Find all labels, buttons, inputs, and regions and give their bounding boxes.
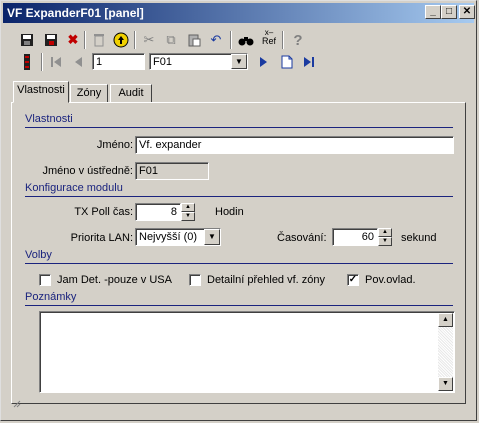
toolbar-separator (134, 31, 136, 49)
section-divider (25, 263, 453, 264)
pov-ovlad-label: Pov.ovlad. (365, 274, 416, 286)
casovani-input[interactable]: 60 (332, 228, 378, 246)
tx-poll-input[interactable]: 8 (135, 203, 181, 221)
minimize-button[interactable]: _ (425, 5, 441, 19)
stepper-down-icon[interactable]: ▼ (378, 237, 392, 246)
close-button[interactable]: ✕ (459, 5, 475, 19)
section-divider (25, 305, 453, 306)
section-vlastnosti: Vlastnosti (25, 113, 453, 128)
cut-icon[interactable]: ✂ (139, 30, 159, 50)
jmeno-input[interactable]: Vf. expander (135, 136, 454, 154)
jmeno-label: Jméno: (96, 139, 133, 151)
section-poznamky: Poznámky (25, 291, 453, 306)
jmeno-ustredne-field: F01 (135, 162, 209, 180)
poznamky-textarea[interactable] (39, 311, 455, 393)
references-icon[interactable]: x– Ref (259, 27, 279, 47)
section-divider (25, 127, 453, 128)
first-record-icon[interactable] (46, 52, 66, 72)
tab-vlastnosti[interactable]: Vlastnosti (13, 81, 69, 103)
trash-icon[interactable] (89, 30, 109, 50)
delete-icon[interactable]: ✖ (63, 30, 83, 50)
casovani-label: Časování: (277, 232, 327, 244)
ref-label: Ref (261, 36, 276, 46)
title-bar[interactable]: VF ExpanderF01 [panel] (3, 3, 474, 23)
tx-poll-label: TX Poll čas: (74, 206, 133, 218)
stepper-up-icon[interactable]: ▲ (181, 203, 195, 212)
section-title: Volby (25, 249, 52, 261)
section-title: Konfigurace modulu (25, 182, 123, 194)
tx-poll-stepper[interactable]: ▲ ▼ (181, 203, 195, 221)
tab-zony[interactable]: Zóny (70, 84, 108, 103)
notes-scrollbar[interactable]: ▲ ▼ (438, 313, 453, 391)
copy-icon[interactable]: ⧉ (161, 30, 181, 50)
next-record-icon[interactable] (254, 52, 274, 72)
toolbar-separator (282, 31, 284, 49)
save-close-icon[interactable] (41, 30, 61, 50)
scroll-up-icon[interactable]: ▲ (438, 313, 453, 327)
stepper-down-icon[interactable]: ▼ (181, 212, 195, 221)
detailni-prehled-label: Detailní přehled vf. zóny (207, 274, 326, 286)
save-icon[interactable] (17, 30, 37, 50)
help-icon[interactable]: ? (288, 30, 308, 50)
refresh-icon[interactable] (111, 30, 131, 50)
prev-record-icon[interactable] (68, 52, 88, 72)
scroll-down-icon[interactable]: ▼ (438, 377, 453, 391)
tab-audit[interactable]: Audit (110, 84, 152, 103)
stepper-up-icon[interactable]: ▲ (378, 228, 392, 237)
chevron-down-icon[interactable]: ▼ (231, 54, 247, 69)
section-konfigurace: Konfigurace modulu (25, 182, 453, 197)
paste-icon[interactable] (184, 30, 204, 50)
record-select-value: F01 (153, 56, 172, 68)
tab-label: Zóny (76, 87, 102, 99)
chevron-down-icon[interactable]: ▼ (204, 229, 220, 245)
section-divider (25, 196, 453, 197)
record-number-input[interactable]: 1 (92, 53, 145, 70)
resize-grip-icon[interactable] (13, 399, 21, 408)
binoculars-icon[interactable] (236, 30, 256, 50)
section-title: Vlastnosti (25, 113, 73, 125)
panel-window: VF ExpanderF01 [panel] _ □ ✕ ✖ ✂ ⧉ ↶ x– R… (0, 0, 477, 421)
new-record-icon[interactable] (277, 52, 297, 72)
section-title: Poznámky (25, 291, 77, 303)
toolbar-separator (230, 31, 232, 49)
maximize-button[interactable]: □ (441, 5, 457, 19)
last-record-icon[interactable] (299, 52, 319, 72)
records-icon[interactable] (17, 52, 37, 72)
casovani-unit: sekund (401, 232, 437, 244)
tx-poll-unit: Hodin (215, 206, 244, 218)
tab-label: Audit (118, 87, 144, 99)
detailni-prehled-checkbox[interactable] (189, 274, 201, 286)
casovani-stepper[interactable]: ▲ ▼ (378, 228, 392, 246)
window-title: VF ExpanderF01 [panel] (7, 6, 144, 20)
priorita-value: Nejvyšší (0) (139, 231, 198, 243)
priorita-label: Priorita LAN: (70, 232, 133, 244)
toolbar-separator (84, 31, 86, 49)
jam-det-checkbox[interactable] (39, 274, 51, 286)
undo-icon[interactable]: ↶ (206, 30, 226, 50)
pov-ovlad-checkbox[interactable]: ✓ (347, 274, 359, 286)
section-volby: Volby (25, 249, 453, 264)
jmeno-ustredne-label: Jméno v ústředně: (42, 165, 134, 177)
toolbar-separator (41, 53, 43, 71)
tab-label: Vlastnosti (17, 84, 65, 96)
jam-det-label: Jam Det. -pouze v USA (57, 274, 172, 286)
